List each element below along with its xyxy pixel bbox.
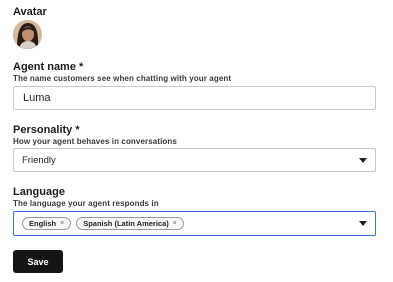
avatar-image — [13, 20, 42, 49]
agent-name-help: The name customers see when chatting wit… — [13, 74, 232, 83]
agent-name-input[interactable]: Luma — [13, 86, 376, 110]
language-multiselect[interactable]: English × Spanish (Latin America) × — [13, 211, 376, 236]
chevron-down-icon — [359, 157, 367, 163]
save-button[interactable]: Save — [13, 250, 63, 273]
language-label: Language — [13, 186, 65, 198]
close-icon[interactable]: × — [60, 220, 64, 227]
agent-name-label: Agent name * — [13, 61, 84, 73]
close-icon[interactable]: × — [173, 220, 177, 227]
language-chip-spanish: Spanish (Latin America) × — [76, 217, 184, 230]
avatar-label: Avatar — [13, 6, 47, 18]
language-chip-list: English × Spanish (Latin America) × — [22, 217, 184, 230]
language-chip-english: English × — [22, 217, 72, 230]
personality-label: Personality * — [13, 124, 80, 136]
personality-help: How your agent behaves in conversations — [13, 137, 177, 146]
chip-label: Spanish (Latin America) — [83, 219, 169, 228]
personality-selected-value: Friendly — [22, 154, 56, 166]
avatar[interactable] — [13, 20, 42, 49]
language-help: The language your agent responds in — [13, 199, 159, 208]
chip-label: English — [29, 219, 57, 228]
chevron-down-icon[interactable] — [359, 221, 367, 226]
agent-name-value: Luma — [23, 92, 51, 104]
personality-select[interactable]: Friendly — [13, 148, 376, 172]
